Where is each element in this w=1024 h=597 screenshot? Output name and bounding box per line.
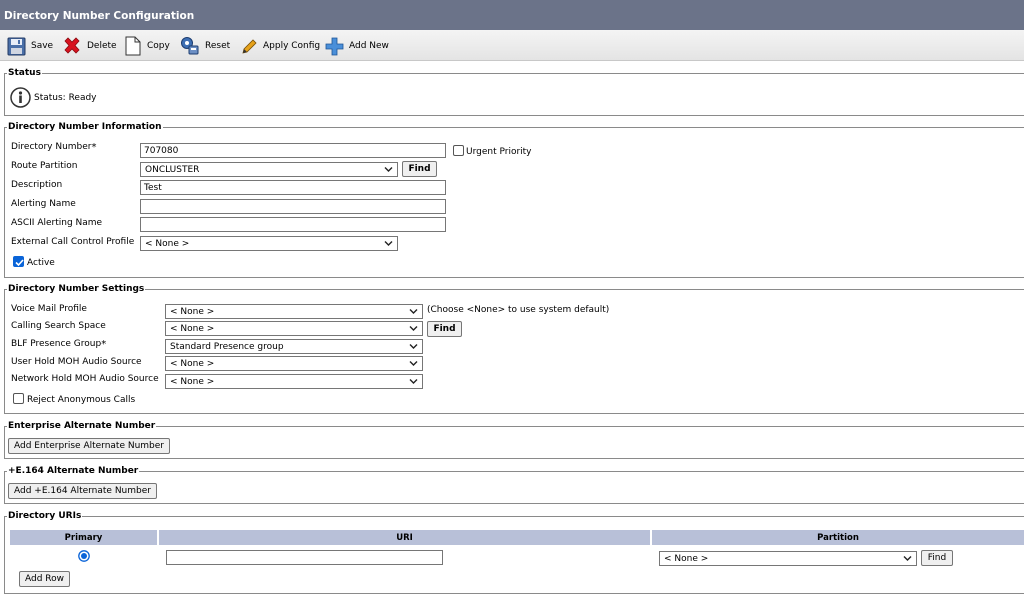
- column-header-uri: URI: [159, 530, 650, 545]
- chevron-down-icon: [409, 344, 418, 349]
- directory-number-label-text: Directory Number: [11, 142, 92, 152]
- add-new-label: Add New: [349, 41, 389, 51]
- blf-presence-group-select[interactable]: Standard Presence group: [165, 339, 423, 354]
- chevron-down-icon: [409, 309, 418, 314]
- directory-number-input[interactable]: 707080: [140, 143, 446, 158]
- voice-mail-profile-value: < None >: [170, 307, 215, 317]
- blf-presence-group-value: Standard Presence group: [170, 342, 284, 352]
- chevron-down-icon: [409, 379, 418, 384]
- copy-icon: [125, 36, 141, 56]
- calling-search-space-value: < None >: [170, 324, 215, 334]
- network-hold-moh-label: Network Hold MOH Audio Source: [11, 374, 159, 384]
- enterprise-alt-legend: Enterprise Alternate Number: [8, 421, 156, 431]
- add-e164-alt-button[interactable]: Add +E.164 Alternate Number: [8, 483, 157, 499]
- directory-uris-legend: Directory URIs: [8, 511, 82, 521]
- alerting-name-label: Alerting Name: [11, 199, 76, 209]
- dn-settings-section: Directory Number Settings: [4, 284, 1024, 414]
- save-icon: [7, 37, 26, 55]
- user-hold-moh-label: User Hold MOH Audio Source: [11, 357, 142, 367]
- info-icon: [10, 87, 31, 108]
- e164-alt-legend: +E.164 Alternate Number: [8, 466, 139, 476]
- reset-icon: [181, 37, 199, 55]
- ascii-alerting-name-input[interactable]: [140, 217, 446, 232]
- voice-mail-profile-select[interactable]: < None >: [165, 304, 423, 319]
- chevron-down-icon: [409, 326, 418, 331]
- save-label: Save: [31, 41, 54, 51]
- user-hold-moh-select[interactable]: < None >: [165, 356, 423, 371]
- dn-info-legend: Directory Number Information: [8, 122, 162, 132]
- chevron-down-icon: [903, 556, 912, 561]
- user-hold-moh-value: < None >: [170, 359, 215, 369]
- reject-anonymous-checkbox[interactable]: [13, 393, 24, 404]
- external-call-control-select[interactable]: < None >: [140, 236, 398, 251]
- uri-input[interactable]: [166, 550, 443, 565]
- apply-config-button[interactable]: Apply Config: [241, 36, 320, 56]
- description-label: Description: [11, 180, 63, 190]
- chevron-down-icon: [409, 361, 418, 366]
- primary-radio[interactable]: [78, 550, 90, 562]
- delete-icon: [64, 37, 80, 54]
- route-partition-value: ONCLUSTER: [145, 165, 200, 175]
- save-button[interactable]: Save: [7, 36, 53, 56]
- voice-mail-hint: (Choose <None> to use system default): [427, 305, 610, 315]
- chevron-down-icon: [384, 167, 393, 172]
- status-legend: Status: [8, 68, 41, 78]
- required-mark: *: [91, 142, 97, 153]
- required-mark: *: [101, 339, 107, 350]
- description-input[interactable]: Test: [140, 180, 446, 195]
- calling-search-space-label: Calling Search Space: [11, 321, 106, 331]
- blf-presence-group-label: BLF Presence Group*: [11, 339, 106, 350]
- column-header-primary: Primary: [10, 530, 157, 545]
- add-new-icon: [325, 37, 344, 55]
- external-call-control-label: External Call Control Profile: [11, 237, 135, 247]
- uri-partition-value: < None >: [664, 554, 709, 564]
- chevron-down-icon: [384, 241, 393, 246]
- urgent-priority-label: Urgent Priority: [466, 147, 532, 157]
- active-checkbox[interactable]: [13, 256, 24, 267]
- copy-button[interactable]: Copy: [124, 36, 170, 56]
- e164-alt-section: +E.164 Alternate Number: [4, 466, 1024, 504]
- alerting-name-input[interactable]: [140, 199, 446, 214]
- column-header-partition: Partition: [652, 530, 1024, 545]
- calling-search-space-select[interactable]: < None >: [165, 321, 423, 336]
- urgent-priority-checkbox[interactable]: [453, 145, 464, 156]
- delete-label: Delete: [87, 41, 117, 51]
- network-hold-moh-select[interactable]: < None >: [165, 374, 423, 389]
- apply-config-label: Apply Config: [263, 41, 321, 51]
- page-title: Directory Number Configuration: [0, 0, 1024, 30]
- add-enterprise-alt-button[interactable]: Add Enterprise Alternate Number: [8, 438, 171, 454]
- apply-config-icon: [242, 38, 257, 54]
- status-section: Status: [4, 68, 1024, 116]
- ascii-alerting-name-label: ASCII Alerting Name: [11, 218, 103, 228]
- copy-label: Copy: [147, 41, 170, 51]
- dn-settings-legend: Directory Number Settings: [8, 284, 145, 294]
- route-partition-find-button[interactable]: Find: [402, 161, 437, 177]
- external-call-control-value: < None >: [145, 239, 190, 249]
- reset-button[interactable]: Reset: [180, 36, 230, 56]
- route-partition-select[interactable]: ONCLUSTER: [140, 162, 398, 177]
- calling-search-space-find-button[interactable]: Find: [427, 321, 462, 337]
- uri-partition-select[interactable]: < None >: [659, 551, 917, 566]
- directory-number-label: Directory Number*: [11, 142, 97, 153]
- delete-button[interactable]: Delete: [62, 36, 117, 56]
- status-text: Status: Ready: [34, 93, 97, 103]
- route-partition-label: Route Partition: [11, 161, 78, 171]
- add-row-button[interactable]: Add Row: [19, 571, 71, 587]
- checkmark-icon: [15, 259, 24, 267]
- uri-partition-find-button[interactable]: Find: [921, 550, 953, 566]
- reset-label: Reset: [205, 41, 231, 51]
- blf-presence-group-label-text: BLF Presence Group: [11, 339, 102, 349]
- network-hold-moh-value: < None >: [170, 377, 215, 387]
- reject-anonymous-label: Reject Anonymous Calls: [27, 395, 136, 405]
- active-label: Active: [27, 258, 55, 268]
- add-new-button[interactable]: Add New: [325, 36, 389, 56]
- toolbar: Save Delete Copy Reset Apply Config Add …: [0, 30, 1024, 61]
- voice-mail-profile-label: Voice Mail Profile: [11, 304, 87, 314]
